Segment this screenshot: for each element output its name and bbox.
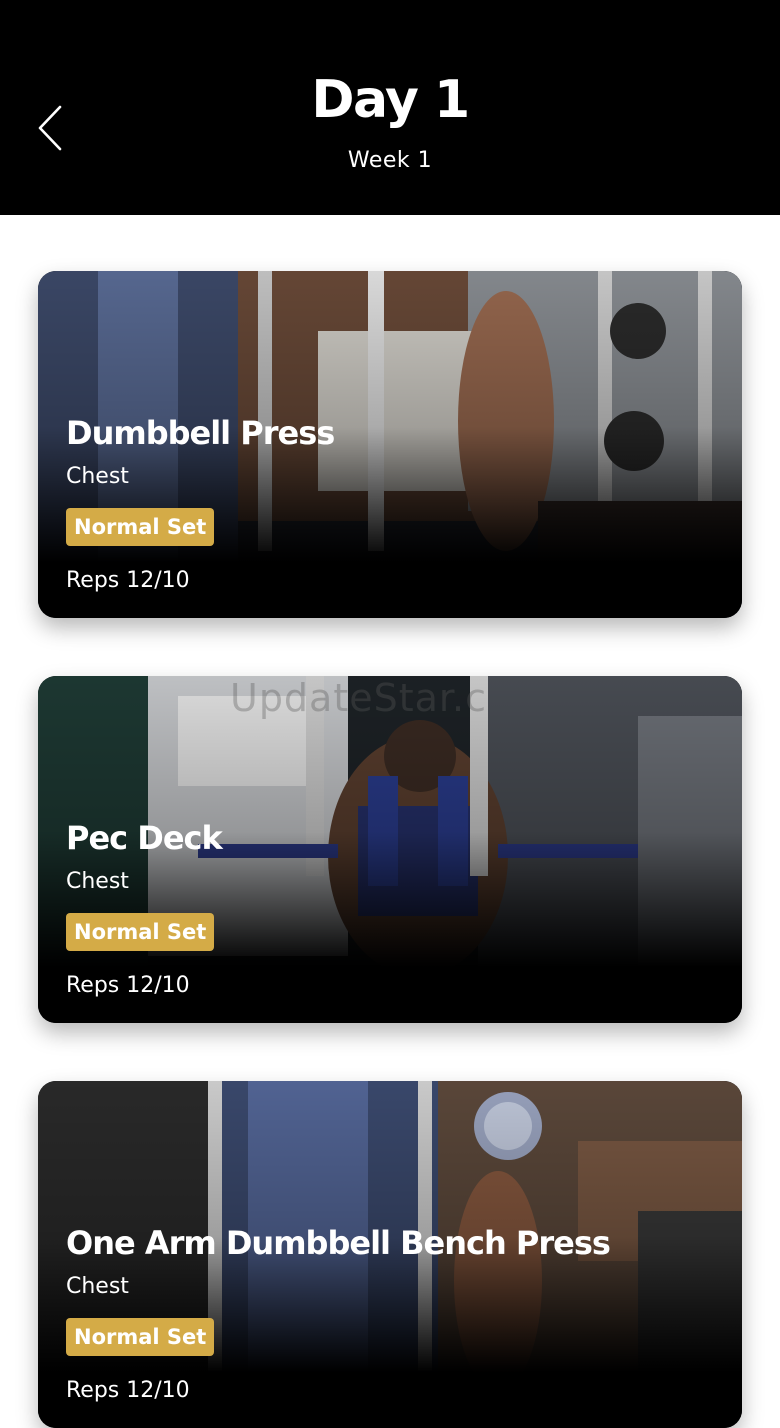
exercise-card[interactable]: Dumbbell Press Chest Normal Set Reps 12/… [38,271,742,618]
exercise-name: Pec Deck [66,819,223,857]
muscle-group: Chest [66,869,129,894]
muscle-group: Chest [66,464,129,489]
page-subtitle: Week 1 [347,148,433,173]
reps-label: Reps 12/10 [66,1378,190,1403]
muscle-group: Chest [66,1274,129,1299]
page-title: Day 1 [311,70,470,130]
reps-label: Reps 12/10 [66,973,190,998]
exercise-card[interactable]: Pec Deck Chest Normal Set Reps 12/10 [38,676,742,1023]
exercise-card[interactable]: One Arm Dumbbell Bench Press Chest Norma… [38,1081,742,1428]
reps-label: Reps 12/10 [66,568,190,593]
set-type-badge: Normal Set [66,913,215,951]
set-type-badge: Normal Set [66,1318,215,1356]
set-type-badge: Normal Set [66,508,215,546]
header-bar: Day 1 Week 1 [0,0,780,215]
exercise-name: Dumbbell Press [66,414,335,452]
exercise-name: One Arm Dumbbell Bench Press [66,1224,611,1262]
